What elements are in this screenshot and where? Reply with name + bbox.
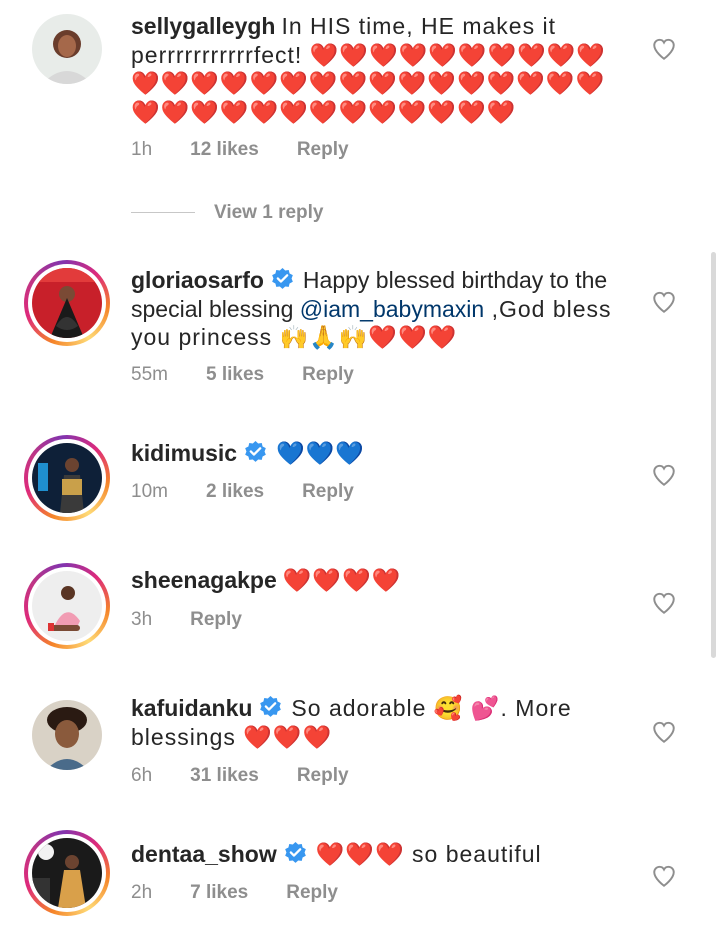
view-replies-divider: [131, 212, 195, 213]
like-heart-icon[interactable]: [651, 590, 677, 616]
comment-body: dentaa_show ❤️❤️❤️ so beautiful: [131, 840, 631, 869]
like-heart-icon[interactable]: [651, 36, 677, 62]
comment-likes[interactable]: 2 likes: [206, 481, 264, 502]
comment-meta: 3h Reply: [131, 609, 280, 631]
comment-time: 10m: [131, 481, 168, 502]
reply-button[interactable]: Reply: [302, 364, 354, 385]
comment-body: kafuidanku So adorable 🥰 💕. More blessing…: [131, 694, 631, 751]
comment-meta: 10m 2 likes Reply: [131, 481, 392, 503]
comment-likes[interactable]: 7 likes: [190, 882, 248, 903]
comment-time: 1h: [131, 139, 153, 160]
comment-username[interactable]: kidimusic: [131, 440, 237, 466]
comment-meta: 2h 7 likes Reply: [131, 882, 376, 904]
like-heart-icon[interactable]: [651, 462, 677, 488]
comment-meta: 55m 5 likes Reply: [131, 364, 392, 386]
comment-likes[interactable]: 31 likes: [190, 765, 259, 786]
comment-meta: 6h 31 likes Reply: [131, 765, 387, 787]
view-replies-label[interactable]: View 1 reply: [214, 202, 324, 224]
comment-body: kidimusic 💙💙💙: [131, 439, 631, 468]
verified-badge-icon: [243, 440, 268, 465]
comment-username[interactable]: dentaa_show: [131, 841, 277, 867]
avatar-story-ring[interactable]: [24, 260, 110, 346]
like-heart-icon[interactable]: [651, 863, 677, 889]
mention-link[interactable]: @iam_babymaxin: [300, 296, 484, 322]
comment-time: 3h: [131, 609, 153, 630]
avatar[interactable]: [24, 6, 110, 92]
reply-button[interactable]: Reply: [302, 481, 354, 502]
avatar-story-ring[interactable]: [24, 435, 110, 521]
comment-username[interactable]: gloriaosarfo: [131, 267, 264, 293]
comment-text: 💙💙💙: [276, 440, 366, 466]
comment-body: gloriaosarfo Happy blessed birthday to th…: [131, 266, 631, 352]
reply-button[interactable]: Reply: [190, 609, 242, 630]
comment-text: ❤️❤️❤️ so beautiful: [315, 841, 542, 867]
comment-body: sheenagakpe ❤️❤️❤️❤️: [131, 566, 631, 595]
comment-username[interactable]: kafuidanku: [131, 695, 252, 721]
comment-likes[interactable]: 5 likes: [206, 364, 264, 385]
like-heart-icon[interactable]: [651, 719, 677, 745]
scrollbar[interactable]: [711, 252, 716, 658]
like-heart-icon[interactable]: [651, 289, 677, 315]
comment-time: 55m: [131, 364, 168, 385]
verified-badge-icon: [283, 841, 308, 866]
reply-button[interactable]: Reply: [297, 139, 349, 160]
comment-text: ❤️❤️❤️❤️: [282, 567, 402, 593]
comment-time: 2h: [131, 882, 153, 903]
comment-username[interactable]: sellygalleygh: [131, 13, 275, 39]
avatar-story-ring[interactable]: [24, 830, 110, 916]
comment-time: 6h: [131, 765, 153, 786]
verified-badge-icon: [270, 267, 295, 292]
reply-button[interactable]: Reply: [297, 765, 349, 786]
comment-body: sellygalleygh In HIS time, HE makes it pe…: [131, 12, 631, 126]
avatar-story-ring[interactable]: [24, 563, 110, 649]
avatar[interactable]: [24, 692, 110, 778]
comment-username[interactable]: sheenagakpe: [131, 567, 277, 593]
comment-meta: 1h 12 likes Reply: [131, 139, 387, 161]
comment-likes[interactable]: 12 likes: [190, 139, 259, 160]
reply-button[interactable]: Reply: [286, 882, 338, 903]
verified-badge-icon: [258, 695, 283, 720]
